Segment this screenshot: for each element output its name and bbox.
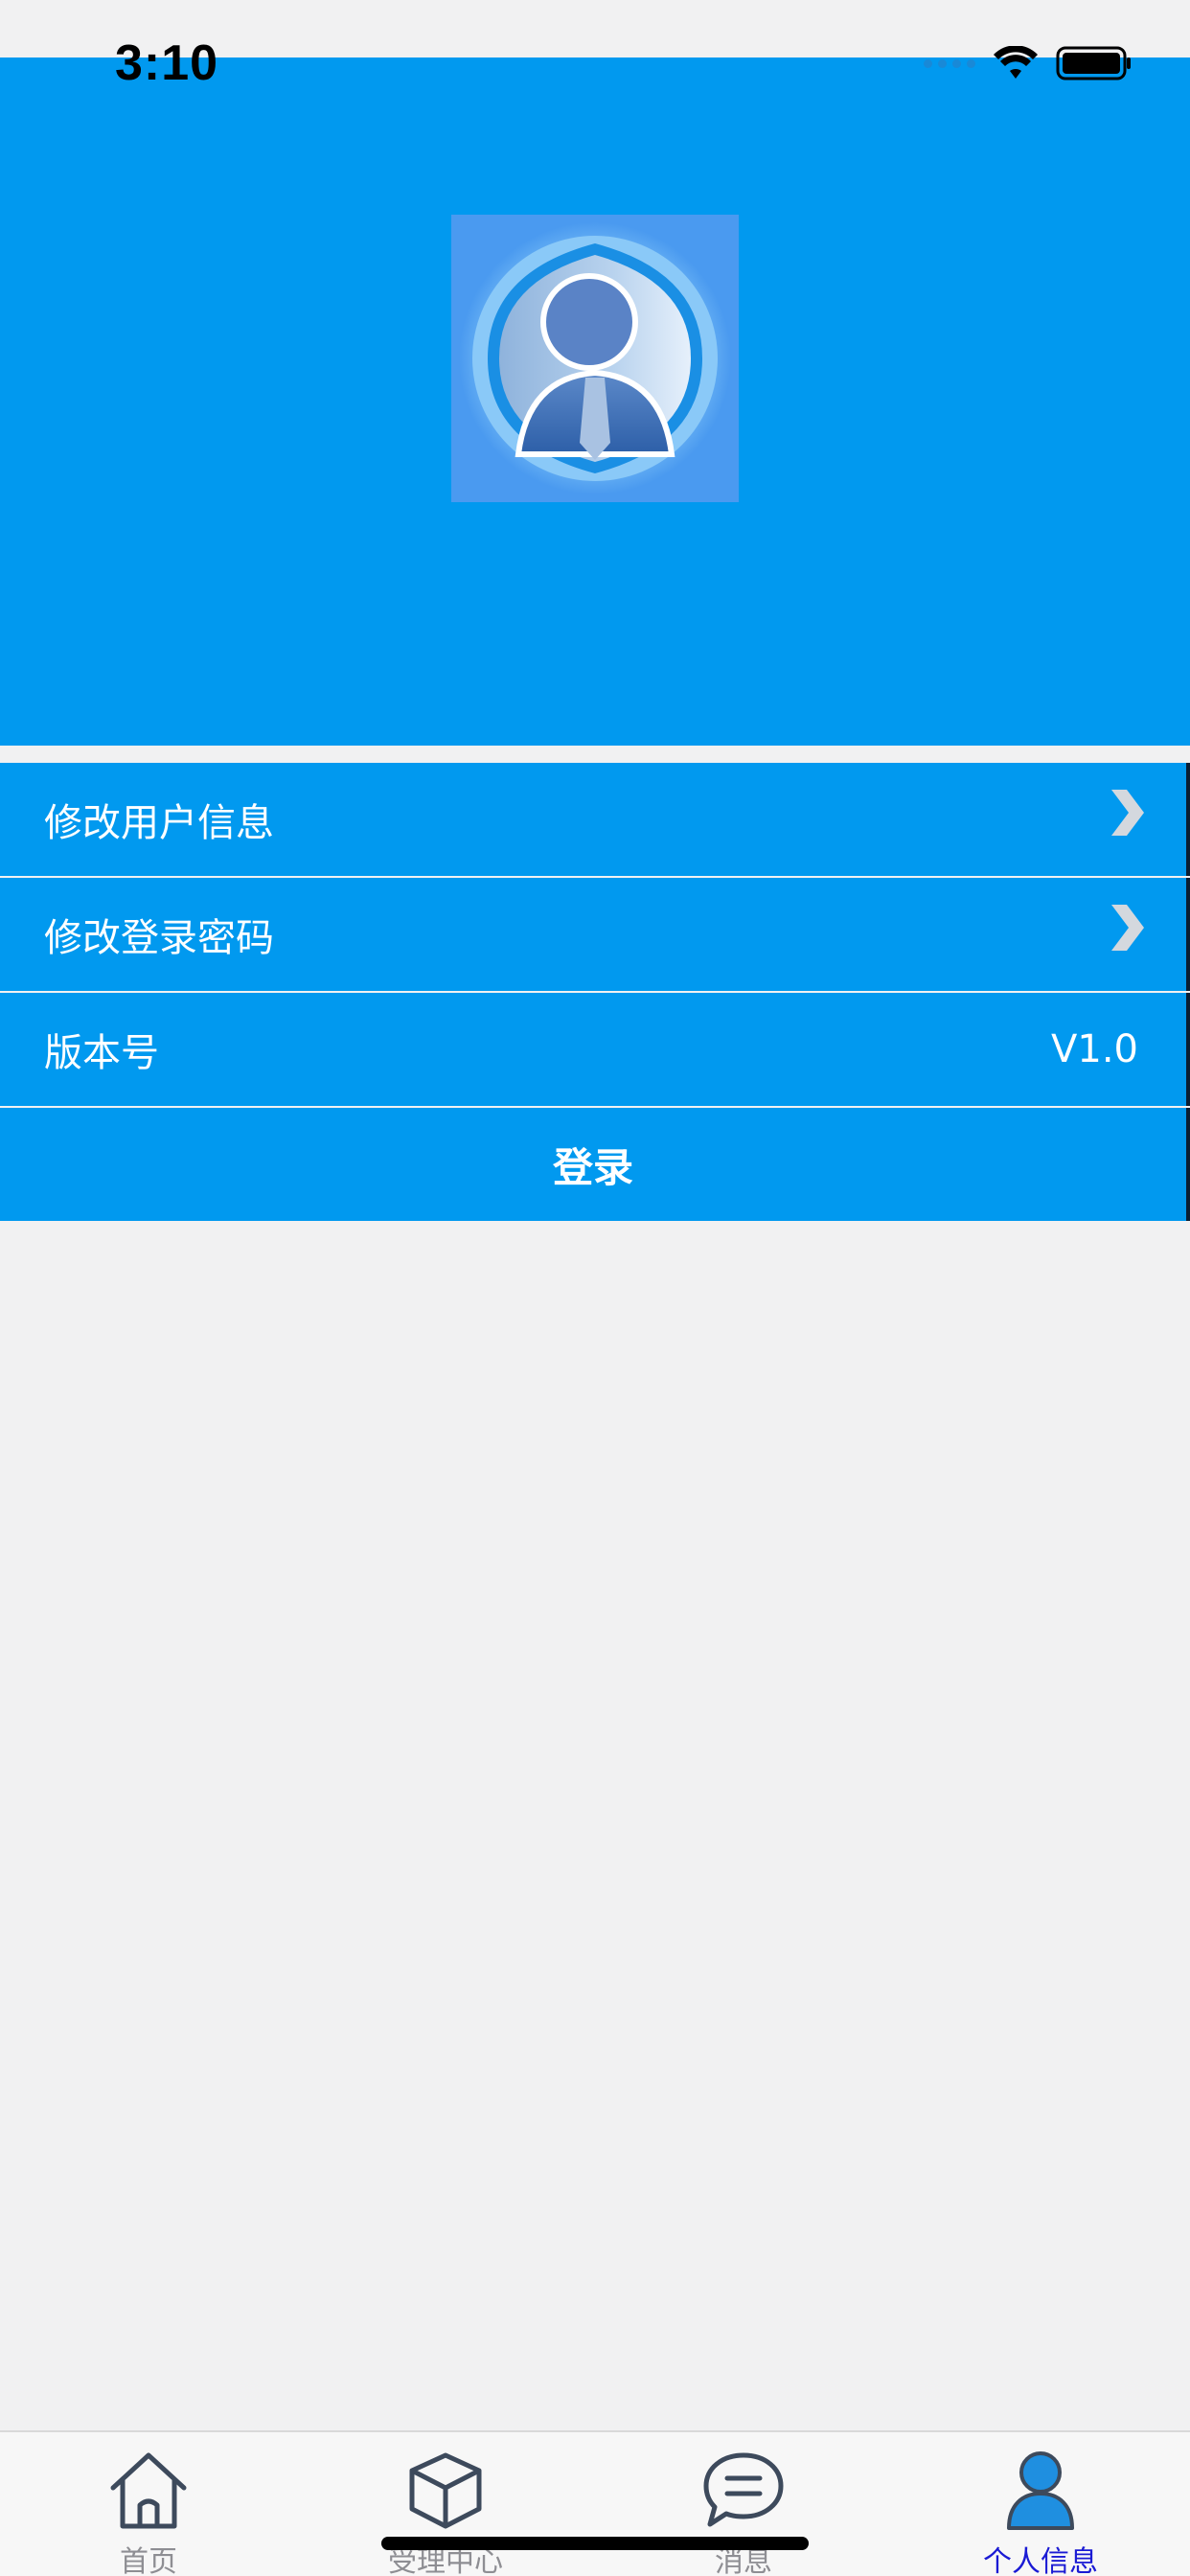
change-password-row[interactable]: 修改登录密码: [0, 878, 1190, 991]
home-indicator[interactable]: [381, 2537, 809, 2550]
tab-label: 个人信息: [983, 2545, 1098, 2576]
menu-item-label: 版本号: [44, 1031, 159, 1075]
tab-label: 首页: [120, 2545, 177, 2576]
home-icon: [110, 2452, 187, 2529]
status-icons: [924, 44, 1133, 82]
cellular-signal-icon: [924, 58, 975, 68]
menu-item-label: 修改用户信息: [44, 801, 274, 845]
login-button[interactable]: 登录: [0, 1108, 1190, 1221]
user-avatar-icon: [459, 222, 731, 494]
box-icon: [409, 2452, 482, 2529]
version-row: 版本号 V1.0: [0, 993, 1190, 1106]
menu-item-label: 修改登录密码: [44, 916, 274, 960]
tab-messages[interactable]: 消息: [595, 2432, 892, 2576]
edit-user-info-row[interactable]: 修改用户信息: [0, 763, 1190, 876]
tab-home[interactable]: 首页: [0, 2432, 297, 2576]
chevron-right-icon: [1111, 905, 1144, 951]
settings-menu: 修改用户信息 修改登录密码 版本号 V1.0 登录: [0, 763, 1190, 1223]
message-icon: [703, 2452, 784, 2527]
wifi-icon: [994, 46, 1038, 79]
version-value: V1.0: [1051, 1027, 1138, 1071]
avatar[interactable]: [451, 215, 739, 502]
login-button-label: 登录: [552, 1143, 633, 1191]
status-time: 3:10: [115, 35, 219, 91]
tab-service-center[interactable]: 受理中心: [297, 2432, 594, 2576]
tab-profile[interactable]: 个人信息: [892, 2432, 1189, 2576]
profile-screen: 3:10 修改用户信息 修改登录密码 版本号 V1.0 登录 首页 受理中心 消…: [0, 0, 1190, 2576]
battery-icon: [1056, 46, 1131, 80]
person-icon: [1007, 2451, 1074, 2530]
tab-bar: 首页 受理中心 消息 个人信息: [0, 2430, 1190, 2576]
profile-header: [0, 58, 1190, 746]
chevron-right-icon: [1111, 790, 1144, 836]
